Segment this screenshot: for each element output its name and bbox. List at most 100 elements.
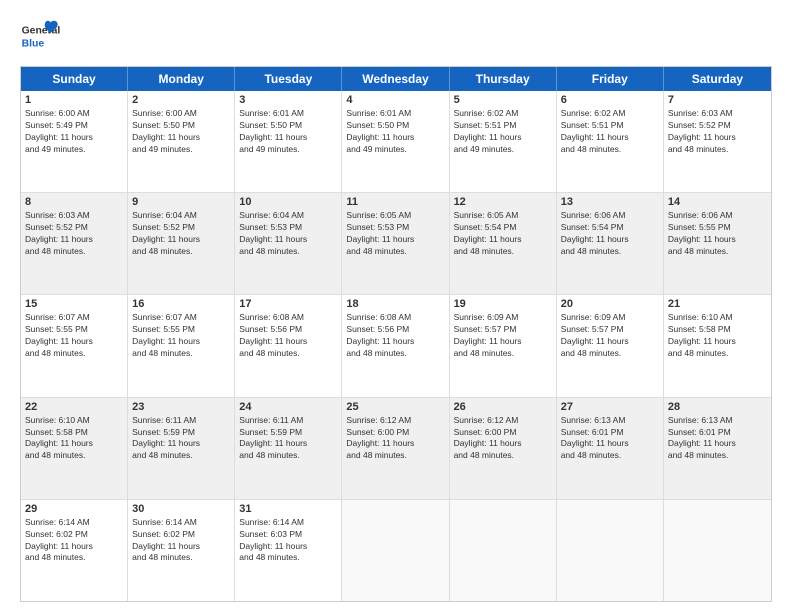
- calendar-row: 8 Sunrise: 6:03 AM Sunset: 5:52 PM Daylig…: [21, 193, 771, 295]
- calendar-cell: 11 Sunrise: 6:05 AM Sunset: 5:53 PM Dayli…: [342, 193, 449, 294]
- day-of-week-monday: Monday: [128, 67, 235, 91]
- day-info: Sunrise: 6:03 AM Sunset: 5:52 PM Dayligh…: [25, 210, 123, 258]
- day-number: 13: [561, 196, 659, 208]
- calendar-cell: 9 Sunrise: 6:04 AM Sunset: 5:52 PM Daylig…: [128, 193, 235, 294]
- day-info: Sunrise: 6:07 AM Sunset: 5:55 PM Dayligh…: [132, 312, 230, 360]
- calendar-row: 1Sunrise: 6:00 AM Sunset: 5:49 PM Daylig…: [21, 91, 771, 193]
- calendar-cell: 6 Sunrise: 6:02 AM Sunset: 5:51 PM Daylig…: [557, 91, 664, 192]
- day-info: Sunrise: 6:03 AM Sunset: 5:52 PM Dayligh…: [668, 108, 767, 156]
- day-info: Sunrise: 6:14 AM Sunset: 6:03 PM Dayligh…: [239, 517, 337, 565]
- day-info: Sunrise: 6:09 AM Sunset: 5:57 PM Dayligh…: [454, 312, 552, 360]
- day-info: Sunrise: 6:11 AM Sunset: 5:59 PM Dayligh…: [132, 415, 230, 463]
- day-number: 16: [132, 298, 230, 310]
- day-number: 6: [561, 94, 659, 106]
- day-info: Sunrise: 6:05 AM Sunset: 5:53 PM Dayligh…: [346, 210, 444, 258]
- calendar-cell: 19 Sunrise: 6:09 AM Sunset: 5:57 PM Dayli…: [450, 295, 557, 396]
- day-info: Sunrise: 6:14 AM Sunset: 6:02 PM Dayligh…: [25, 517, 123, 565]
- day-number: 31: [239, 503, 337, 515]
- day-info: Sunrise: 6:08 AM Sunset: 5:56 PM Dayligh…: [239, 312, 337, 360]
- day-number: 19: [454, 298, 552, 310]
- calendar-cell: 1Sunrise: 6:00 AM Sunset: 5:49 PM Daylig…: [21, 91, 128, 192]
- day-of-week-friday: Friday: [557, 67, 664, 91]
- day-number: 23: [132, 401, 230, 413]
- calendar-cell: 31 Sunrise: 6:14 AM Sunset: 6:03 PM Dayli…: [235, 500, 342, 601]
- day-number: 29: [25, 503, 123, 515]
- calendar-cell: 16 Sunrise: 6:07 AM Sunset: 5:55 PM Dayli…: [128, 295, 235, 396]
- calendar-cell: 18 Sunrise: 6:08 AM Sunset: 5:56 PM Dayli…: [342, 295, 449, 396]
- day-of-week-tuesday: Tuesday: [235, 67, 342, 91]
- calendar-cell: 3 Sunrise: 6:01 AM Sunset: 5:50 PM Daylig…: [235, 91, 342, 192]
- day-number: 11: [346, 196, 444, 208]
- calendar-cell: 15 Sunrise: 6:07 AM Sunset: 5:55 PM Dayli…: [21, 295, 128, 396]
- day-number: 25: [346, 401, 444, 413]
- day-info: Sunrise: 6:13 AM Sunset: 6:01 PM Dayligh…: [668, 415, 767, 463]
- day-number: 7: [668, 94, 767, 106]
- calendar-cell: 17Sunrise: 6:08 AM Sunset: 5:56 PM Dayli…: [235, 295, 342, 396]
- calendar-cell: 7 Sunrise: 6:03 AM Sunset: 5:52 PM Daylig…: [664, 91, 771, 192]
- page: General Blue SundayMondayTuesdayWednesda…: [0, 0, 792, 612]
- calendar-cell: 29 Sunrise: 6:14 AM Sunset: 6:02 PM Dayli…: [21, 500, 128, 601]
- day-info: Sunrise: 6:08 AM Sunset: 5:56 PM Dayligh…: [346, 312, 444, 360]
- calendar-body: 1Sunrise: 6:00 AM Sunset: 5:49 PM Daylig…: [21, 91, 771, 601]
- calendar: SundayMondayTuesdayWednesdayThursdayFrid…: [20, 66, 772, 602]
- day-number: 8: [25, 196, 123, 208]
- day-of-week-wednesday: Wednesday: [342, 67, 449, 91]
- day-number: 1: [25, 94, 123, 106]
- day-number: 4: [346, 94, 444, 106]
- day-number: 9: [132, 196, 230, 208]
- day-info: Sunrise: 6:07 AM Sunset: 5:55 PM Dayligh…: [25, 312, 123, 360]
- calendar-cell: 5 Sunrise: 6:02 AM Sunset: 5:51 PM Daylig…: [450, 91, 557, 192]
- calendar-cell: [557, 500, 664, 601]
- calendar-row: 15 Sunrise: 6:07 AM Sunset: 5:55 PM Dayli…: [21, 295, 771, 397]
- day-number: 22: [25, 401, 123, 413]
- day-number: 27: [561, 401, 659, 413]
- calendar-header: SundayMondayTuesdayWednesdayThursdayFrid…: [21, 67, 771, 91]
- day-info: Sunrise: 6:11 AM Sunset: 5:59 PM Dayligh…: [239, 415, 337, 463]
- day-number: 5: [454, 94, 552, 106]
- day-info: Sunrise: 6:10 AM Sunset: 5:58 PM Dayligh…: [668, 312, 767, 360]
- day-number: 24: [239, 401, 337, 413]
- day-number: 12: [454, 196, 552, 208]
- generalblue-logo-icon: General Blue: [20, 16, 60, 56]
- calendar-cell: 23 Sunrise: 6:11 AM Sunset: 5:59 PM Dayli…: [128, 398, 235, 499]
- calendar-cell: 22 Sunrise: 6:10 AM Sunset: 5:58 PM Dayli…: [21, 398, 128, 499]
- day-of-week-thursday: Thursday: [450, 67, 557, 91]
- day-info: Sunrise: 6:10 AM Sunset: 5:58 PM Dayligh…: [25, 415, 123, 463]
- calendar-cell: 26 Sunrise: 6:12 AM Sunset: 6:00 PM Dayli…: [450, 398, 557, 499]
- day-info: Sunrise: 6:04 AM Sunset: 5:52 PM Dayligh…: [132, 210, 230, 258]
- day-number: 3: [239, 94, 337, 106]
- day-of-week-saturday: Saturday: [664, 67, 771, 91]
- day-number: 20: [561, 298, 659, 310]
- calendar-cell: 27Sunrise: 6:13 AM Sunset: 6:01 PM Dayli…: [557, 398, 664, 499]
- calendar-cell: 21 Sunrise: 6:10 AM Sunset: 5:58 PM Dayli…: [664, 295, 771, 396]
- calendar-row: 22 Sunrise: 6:10 AM Sunset: 5:58 PM Dayli…: [21, 398, 771, 500]
- calendar-cell: 24 Sunrise: 6:11 AM Sunset: 5:59 PM Dayli…: [235, 398, 342, 499]
- day-number: 18: [346, 298, 444, 310]
- day-info: Sunrise: 6:12 AM Sunset: 6:00 PM Dayligh…: [346, 415, 444, 463]
- day-number: 15: [25, 298, 123, 310]
- day-number: 2: [132, 94, 230, 106]
- day-number: 26: [454, 401, 552, 413]
- day-info: Sunrise: 6:02 AM Sunset: 5:51 PM Dayligh…: [561, 108, 659, 156]
- calendar-cell: 25 Sunrise: 6:12 AM Sunset: 6:00 PM Dayli…: [342, 398, 449, 499]
- day-number: 14: [668, 196, 767, 208]
- day-info: Sunrise: 6:02 AM Sunset: 5:51 PM Dayligh…: [454, 108, 552, 156]
- svg-text:Blue: Blue: [22, 38, 45, 49]
- day-info: Sunrise: 6:04 AM Sunset: 5:53 PM Dayligh…: [239, 210, 337, 258]
- header: General Blue: [20, 16, 772, 56]
- calendar-cell: 8 Sunrise: 6:03 AM Sunset: 5:52 PM Daylig…: [21, 193, 128, 294]
- day-number: 21: [668, 298, 767, 310]
- calendar-cell: 30Sunrise: 6:14 AM Sunset: 6:02 PM Dayli…: [128, 500, 235, 601]
- day-number: 28: [668, 401, 767, 413]
- day-info: Sunrise: 6:01 AM Sunset: 5:50 PM Dayligh…: [239, 108, 337, 156]
- calendar-cell: 14Sunrise: 6:06 AM Sunset: 5:55 PM Dayli…: [664, 193, 771, 294]
- day-number: 30: [132, 503, 230, 515]
- calendar-cell: [342, 500, 449, 601]
- day-number: 10: [239, 196, 337, 208]
- day-info: Sunrise: 6:12 AM Sunset: 6:00 PM Dayligh…: [454, 415, 552, 463]
- calendar-cell: 20Sunrise: 6:09 AM Sunset: 5:57 PM Dayli…: [557, 295, 664, 396]
- day-info: Sunrise: 6:00 AM Sunset: 5:50 PM Dayligh…: [132, 108, 230, 156]
- calendar-row: 29 Sunrise: 6:14 AM Sunset: 6:02 PM Dayli…: [21, 500, 771, 601]
- calendar-cell: 12Sunrise: 6:05 AM Sunset: 5:54 PM Dayli…: [450, 193, 557, 294]
- calendar-cell: 4Sunrise: 6:01 AM Sunset: 5:50 PM Daylig…: [342, 91, 449, 192]
